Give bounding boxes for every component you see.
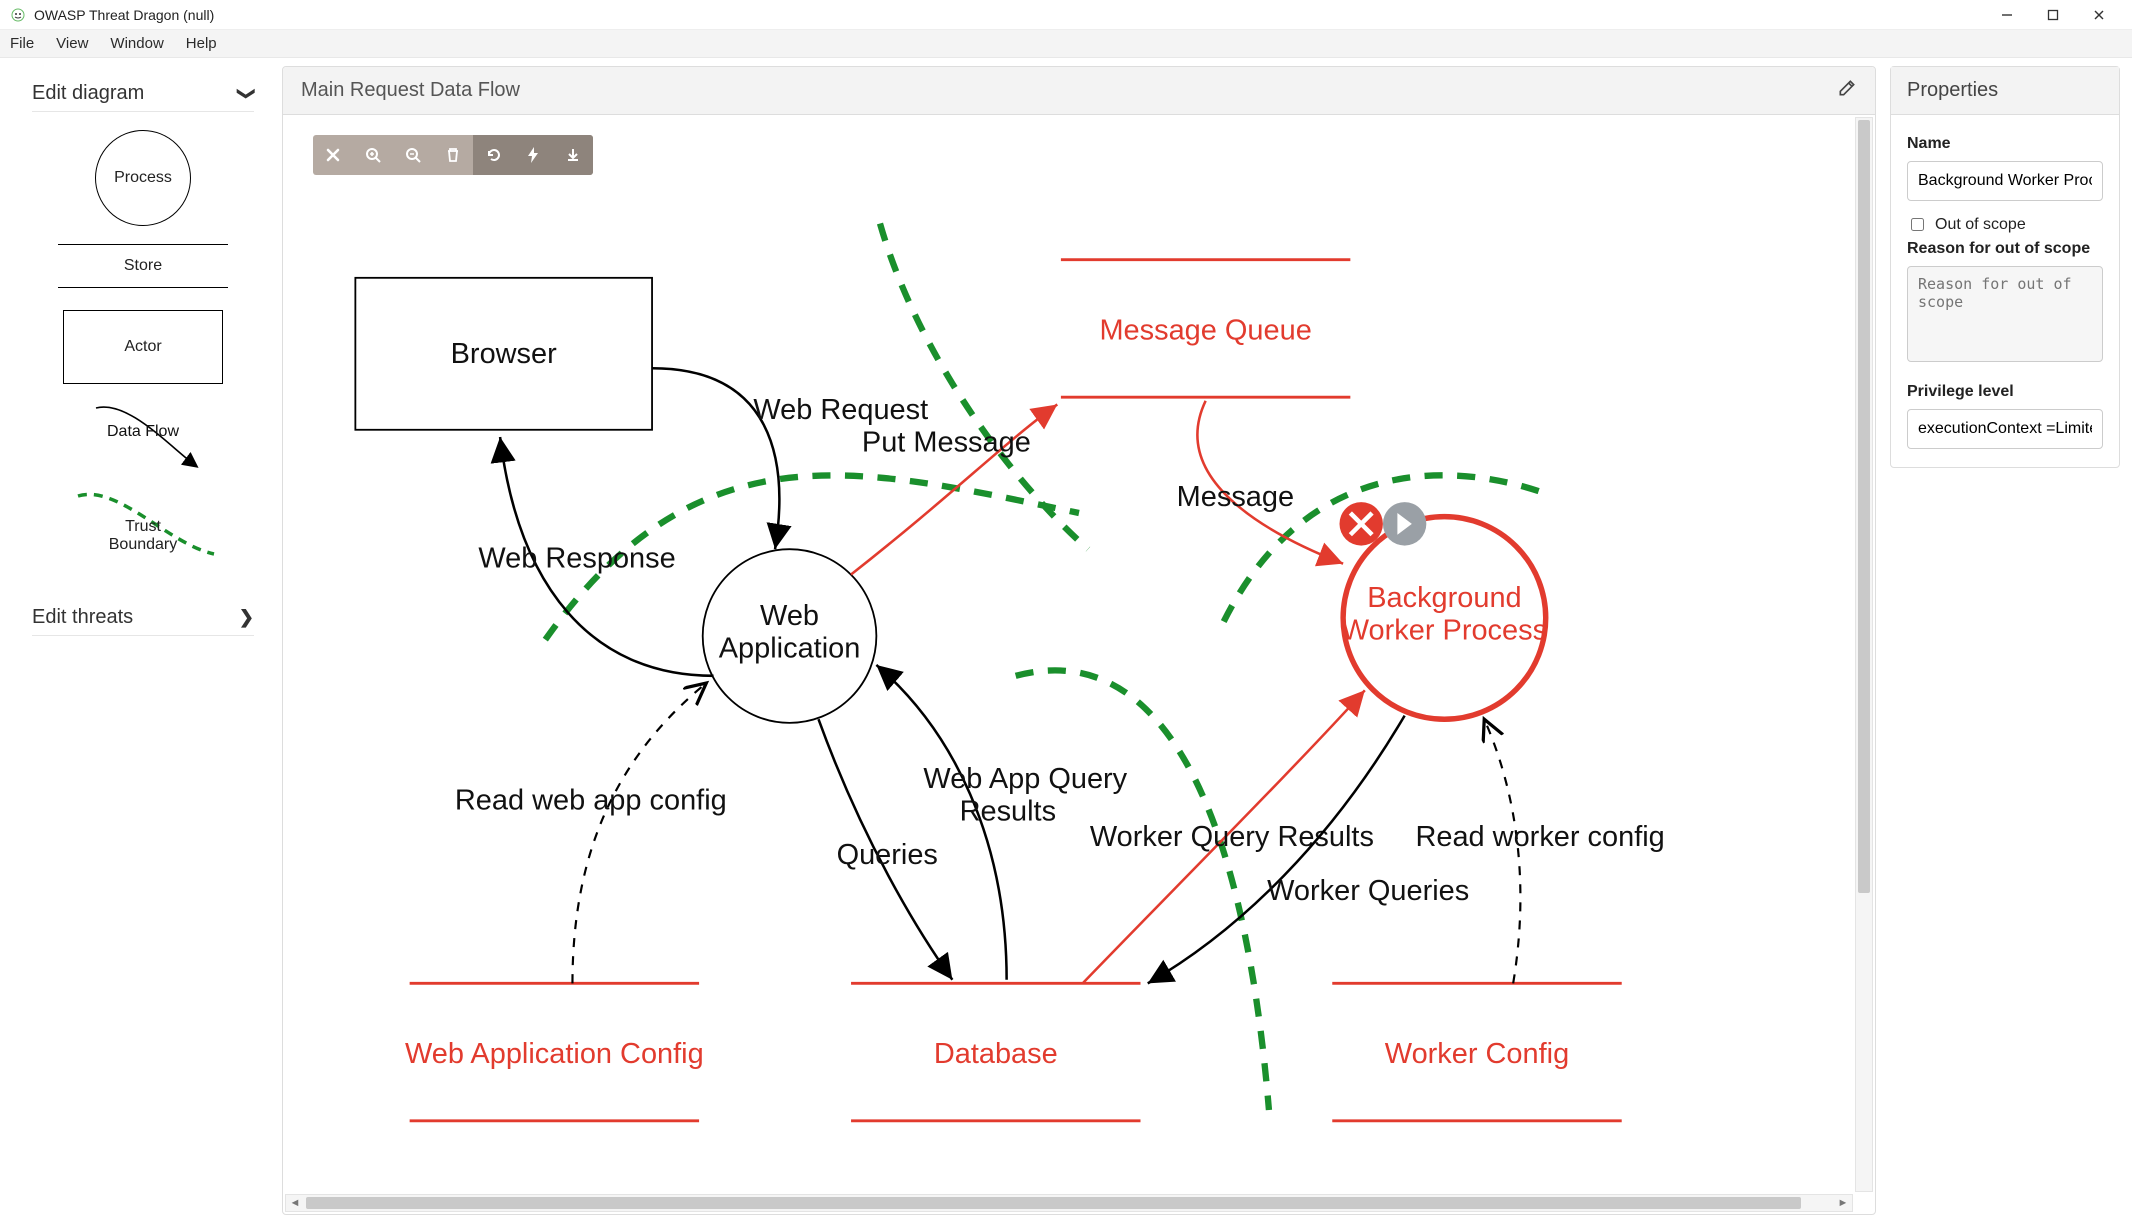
node-webapp-label-1: Web	[760, 600, 819, 632]
stencil-store[interactable]: Store	[38, 244, 248, 288]
name-label: Name	[1907, 135, 2103, 153]
stencil-trust-boundary[interactable]: Trust Boundary	[38, 484, 248, 554]
flow-worker-results-label: Worker Query Results	[1090, 821, 1374, 853]
node-web-app-config[interactable]: Web Application Config	[405, 983, 704, 1120]
node-webapp-label-2: Application	[719, 633, 861, 665]
node-db-label: Database	[934, 1038, 1058, 1070]
flow-read-webcfg-label: Read web app config	[455, 785, 727, 817]
privilege-label: Privilege level	[1907, 383, 2103, 401]
edit-threats-label: Edit threats	[32, 606, 133, 629]
flow-web-response-label: Web Response	[478, 542, 675, 574]
diagram-title: Main Request Data Flow	[301, 79, 520, 102]
flow-put-message-label: Put Message	[862, 426, 1031, 458]
flow-worker-queries-label: Worker Queries	[1267, 875, 1469, 907]
diagram-canvas-card: Main Request Data Flow	[282, 66, 1876, 1215]
menu-window[interactable]: Window	[110, 35, 163, 52]
scroll-left-icon[interactable]: ◄	[286, 1197, 304, 1209]
window-close-button[interactable]	[2076, 0, 2122, 30]
flow-web-request-label: Web Request	[753, 394, 928, 426]
menu-bar: File View Window Help	[0, 30, 2132, 58]
chevron-right-icon: ❯	[239, 607, 254, 628]
stencil-sidebar: Edit diagram ❯ .section-header .chevron{…	[0, 58, 282, 1223]
reason-textarea	[1907, 266, 2103, 362]
canvas-horizontal-scrollbar[interactable]: ◄ ►	[285, 1194, 1853, 1212]
stencil-actor-label: Actor	[124, 338, 161, 356]
stencil-actor[interactable]: Actor	[38, 310, 248, 384]
node-worker-config[interactable]: Worker Config	[1332, 983, 1621, 1120]
stencil-boundary-label-1: Trust	[109, 518, 178, 536]
node-webcfg-label: Web Application Config	[405, 1038, 704, 1070]
flow-queries-label: Queries	[837, 839, 938, 871]
window-title: OWASP Threat Dragon (null)	[34, 7, 214, 23]
diagram-canvas[interactable]: Browser Web Application Background Worke…	[283, 115, 1875, 1214]
privilege-input[interactable]	[1907, 409, 2103, 449]
name-input[interactable]	[1907, 161, 2103, 201]
menu-file[interactable]: File	[10, 35, 34, 52]
node-message-queue-label: Message Queue	[1099, 314, 1311, 346]
node-bgworker-label-2: Worker Process	[1342, 615, 1547, 647]
stencil-store-label: Store	[124, 257, 162, 275]
flow-read-webcfg[interactable]	[572, 683, 706, 983]
node-bgworker-label-1: Background	[1367, 582, 1521, 614]
window-maximize-button[interactable]	[2030, 0, 2076, 30]
stencil-flow-label: Data Flow	[107, 423, 179, 440]
window-titlebar: OWASP Threat Dragon (null)	[0, 0, 2132, 30]
app-icon	[10, 7, 26, 23]
scroll-right-icon[interactable]: ►	[1834, 1197, 1852, 1209]
reason-label: Reason for out of scope	[1907, 240, 2103, 258]
flow-webapp-results-label-2: Results	[960, 796, 1056, 828]
menu-help[interactable]: Help	[186, 35, 217, 52]
node-message-queue[interactable]: Message Queue	[1061, 260, 1350, 397]
flow-read-workercfg-label: Read worker config	[1415, 821, 1664, 853]
node-browser-label: Browser	[451, 338, 557, 370]
stencil-boundary-label-2: Boundary	[109, 536, 178, 554]
node-remove-handle[interactable]	[1339, 502, 1382, 545]
flow-webapp-results-label-1: Web App Query	[923, 763, 1127, 795]
window-minimize-button[interactable]	[1984, 0, 2030, 30]
node-workercfg-label: Worker Config	[1385, 1038, 1569, 1070]
edit-threats-section[interactable]: Edit threats ❯	[32, 600, 254, 636]
properties-title: Properties	[1891, 67, 2119, 115]
out-of-scope-label: Out of scope	[1935, 216, 2026, 234]
diagram-svg[interactable]: Browser Web Application Background Worke…	[283, 115, 1875, 1214]
stencil-process-label: Process	[114, 169, 172, 187]
flow-message-label: Message	[1177, 481, 1294, 513]
menu-view[interactable]: View	[56, 35, 88, 52]
edit-diagram-label: Edit diagram	[32, 82, 144, 105]
node-database[interactable]: Database	[851, 983, 1140, 1120]
node-link-handle[interactable]	[1383, 502, 1426, 545]
canvas-vertical-scrollbar[interactable]	[1855, 117, 1873, 1192]
stencil-data-flow[interactable]: Data Flow	[38, 390, 248, 476]
out-of-scope-checkbox[interactable]	[1911, 218, 1924, 231]
trust-boundary[interactable]	[880, 224, 1088, 550]
chevron-down-icon: ❯	[236, 86, 257, 101]
pencil-icon	[1837, 78, 1857, 98]
stencil-process[interactable]: Process	[38, 130, 248, 226]
edit-title-button[interactable]	[1837, 78, 1857, 103]
properties-panel: Properties Name Out of scope Reason for …	[1890, 66, 2120, 468]
edit-diagram-section[interactable]: Edit diagram ❯	[32, 76, 254, 112]
